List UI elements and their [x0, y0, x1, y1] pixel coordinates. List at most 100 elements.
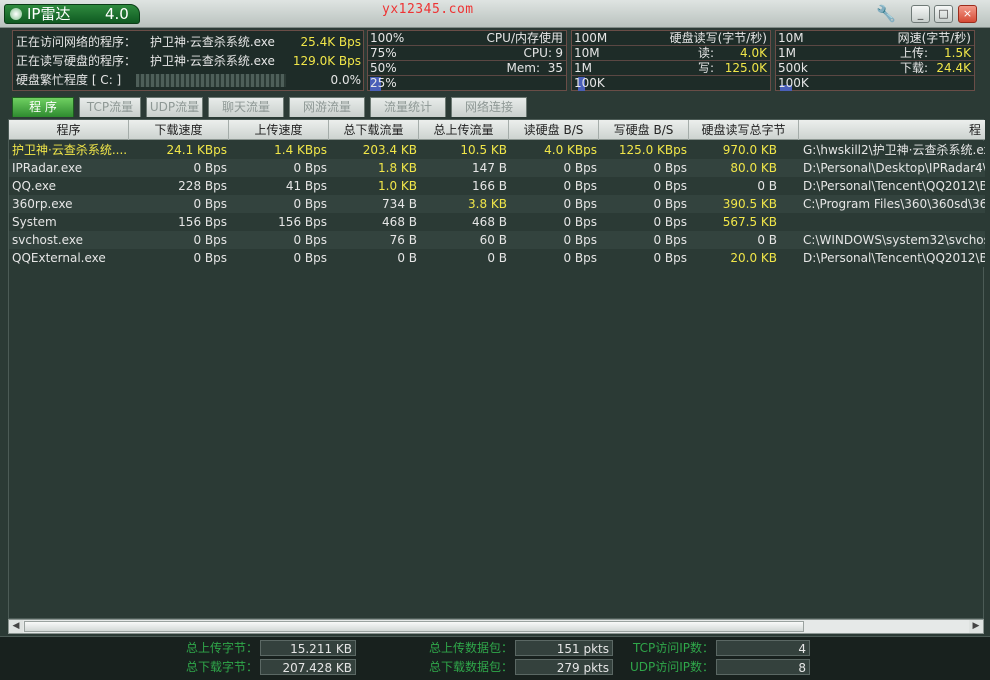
download-speed-label: 下载:	[899, 61, 928, 75]
table-cell: 0 Bps	[653, 161, 687, 175]
table-cell: 0 Bps	[653, 251, 687, 265]
column-header-program[interactable]: 程序	[9, 120, 129, 140]
table-cell: 0 Bps	[563, 251, 597, 265]
table-cell: 护卫神·云查杀系统....	[12, 143, 128, 157]
table-cell: 76 B	[389, 233, 417, 247]
column-header-total-download[interactable]: 总下载流量	[329, 120, 419, 140]
close-button[interactable]: ×	[958, 5, 977, 23]
column-header-total-upload[interactable]: 总上传流量	[419, 120, 509, 140]
tab-chat-traffic[interactable]: 聊天流量	[208, 97, 284, 117]
table-cell: 24.1 KBps	[166, 143, 227, 157]
total-download-bytes-label: 总下载字节：	[185, 660, 258, 674]
disk-program-name: 护卫神·云查杀系统.exe	[150, 54, 275, 68]
horizontal-scrollbar[interactable]: ◀ ▶	[8, 619, 984, 634]
graph-level-label: 100%	[370, 31, 405, 45]
title-bar: IP雷达 4.0 yx12345.com 🔧 _ □ ×	[0, 0, 990, 28]
table-cell: 0 Bps	[563, 179, 597, 193]
table-row[interactable]: IPRadar.exe 0 Bps 0 Bps 1.8 KB 147 B 0 Bps 0 B…	[9, 159, 985, 177]
total-upload-packets-label: 总上传数据包：	[428, 641, 513, 655]
process-table: 程序 下载速度 上传速度 总下载流量 总上传流量 读硬盘 B/S 写硬盘 B/S…	[8, 119, 985, 619]
table-cell: 228 Bps	[178, 179, 227, 193]
table-row[interactable]: 护卫神·云查杀系统.... 24.1 KBps 1.4 KBps 203.4 KB 10…	[9, 141, 985, 159]
table-row[interactable]: 360rp.exe 0 Bps 0 Bps 734 B 3.8 KB 0 Bps 0 Bps…	[9, 195, 985, 213]
udp-ip-count-value: 8	[716, 659, 810, 675]
udp-ip-count-label: UDP访问IP数：	[629, 660, 714, 674]
column-header-path[interactable]: 程	[799, 120, 985, 140]
table-cell: 4.0 KBps	[544, 143, 597, 157]
tab-tcp-traffic[interactable]: TCP流量	[79, 97, 141, 117]
graph-level-label: 10M	[574, 46, 600, 60]
tab-programs[interactable]: 程 序	[12, 97, 74, 117]
column-header-disk-write[interactable]: 写硬盘 B/S	[599, 120, 689, 140]
cpu-memory-graph: 100% 75% 50% 25% CPU/内存使用 CPU: 9 Mem: 35	[367, 30, 567, 91]
table-cell: 203.4 KB	[362, 143, 417, 157]
column-header-download-speed[interactable]: 下载速度	[129, 120, 229, 140]
graph-level-label: 1M	[778, 46, 796, 60]
table-cell: 147 B	[472, 161, 507, 175]
upload-speed-value: 1.5K	[944, 46, 971, 60]
table-cell: 20.0 KB	[730, 251, 777, 265]
wrench-icon[interactable]: 🔧	[876, 5, 896, 23]
disk-graph-title: 硬盘读写(字节/秒)	[669, 31, 767, 45]
upload-speed-label: 上传:	[899, 46, 928, 60]
table-cell: 0 Bps	[563, 197, 597, 211]
table-cell: 0 Bps	[293, 251, 327, 265]
disk-io-graph: 100M 10M 1M 100K 硬盘读写(字节/秒) 读: 4.0K 写: 1…	[571, 30, 771, 91]
table-cell: 0 B	[757, 179, 777, 193]
disk-write-value: 125.0K	[724, 61, 767, 75]
table-cell: 0 Bps	[293, 233, 327, 247]
tab-traffic-stats[interactable]: 流量统计	[370, 97, 446, 117]
table-cell: 60 B	[479, 233, 507, 247]
mem-label: Mem:	[506, 61, 540, 75]
cpu-value: 9	[555, 46, 563, 60]
table-row[interactable]: System 156 Bps 156 Bps 468 B 468 B 0 Bps 0 Bps…	[9, 213, 985, 231]
table-cell: 0 Bps	[193, 251, 227, 265]
table-cell: 0 Bps	[293, 197, 327, 211]
table-cell: D:\Personal\Tencent\QQ2012\Bin\QQ.exe	[803, 179, 985, 193]
status-bar: 总上传字节： 15.211 KB 总下载字节： 207.428 KB 总上传数据…	[0, 636, 990, 680]
minimize-button[interactable]: _	[911, 5, 930, 23]
scrollbar-thumb[interactable]	[24, 621, 804, 632]
table-cell: svchost.exe	[12, 233, 83, 247]
scroll-right-icon[interactable]: ▶	[969, 620, 983, 633]
tcp-ip-count-label: TCP访问IP数：	[632, 641, 714, 655]
disk-write-label: 写:	[697, 61, 714, 75]
activity-panel: 正在访问网络的程序： 护卫神·云查杀系统.exe 25.4K Bps 正在读写硬…	[12, 30, 364, 91]
table-cell: 3.8 KB	[468, 197, 507, 211]
table-row[interactable]: QQExternal.exe 0 Bps 0 Bps 0 B 0 B 0 Bps 0 Bps…	[9, 249, 985, 267]
download-speed-value: 24.4K	[936, 61, 971, 75]
table-cell: 0 Bps	[193, 197, 227, 211]
disk-busy-label: 硬盘繁忙程度 [ C: ]	[16, 73, 122, 87]
table-cell: G:\hwskill2\护卫神·云查杀系统.exe	[803, 143, 985, 157]
radar-icon	[10, 8, 22, 20]
table-row[interactable]: QQ.exe 228 Bps 41 Bps 1.0 KB 166 B 0 Bps 0 Bps…	[9, 177, 985, 195]
tab-game-traffic[interactable]: 网游流量	[289, 97, 365, 117]
table-cell: 0 Bps	[653, 179, 687, 193]
column-header-upload-speed[interactable]: 上传速度	[229, 120, 329, 140]
table-cell: D:\Personal\Tencent\QQ2012\Bin\QQExterna…	[803, 251, 985, 265]
table-cell: C:\Program Files\360\360sd\360rp.exe	[803, 197, 985, 211]
table-cell: 468 B	[382, 215, 417, 229]
table-cell: 0 Bps	[563, 215, 597, 229]
table-cell: 166 B	[472, 179, 507, 193]
table-cell: 0 Bps	[193, 161, 227, 175]
table-cell	[803, 213, 985, 231]
column-header-disk-total[interactable]: 硬盘读写总字节	[689, 120, 799, 140]
maximize-button[interactable]: □	[934, 5, 953, 23]
app-logo: IP雷达 4.0	[4, 4, 140, 24]
table-header: 程序 下载速度 上传速度 总下载流量 总上传流量 读硬盘 B/S 写硬盘 B/S…	[9, 120, 985, 140]
cpu-graph-title: CPU/内存使用	[486, 31, 563, 45]
total-upload-packets-value: 151 pkts	[515, 640, 613, 656]
column-header-disk-read[interactable]: 读硬盘 B/S	[509, 120, 599, 140]
disk-busy-value: 0.0%	[330, 73, 362, 87]
scroll-left-icon[interactable]: ◀	[9, 620, 23, 633]
table-cell: 1.8 KB	[378, 161, 417, 175]
tab-connections[interactable]: 网络连接	[451, 97, 527, 117]
table-row[interactable]: svchost.exe 0 Bps 0 Bps 76 B 60 B 0 Bps 0 Bps 0…	[9, 231, 985, 249]
table-cell: 0 Bps	[653, 233, 687, 247]
app-version: 4.0	[105, 5, 129, 23]
graph-level-label: 25%	[370, 76, 397, 90]
table-cell: 0 B	[397, 251, 417, 265]
tab-udp-traffic[interactable]: UDP流量	[146, 97, 203, 117]
table-cell: C:\WINDOWS\system32\svchost.exe	[803, 233, 985, 247]
